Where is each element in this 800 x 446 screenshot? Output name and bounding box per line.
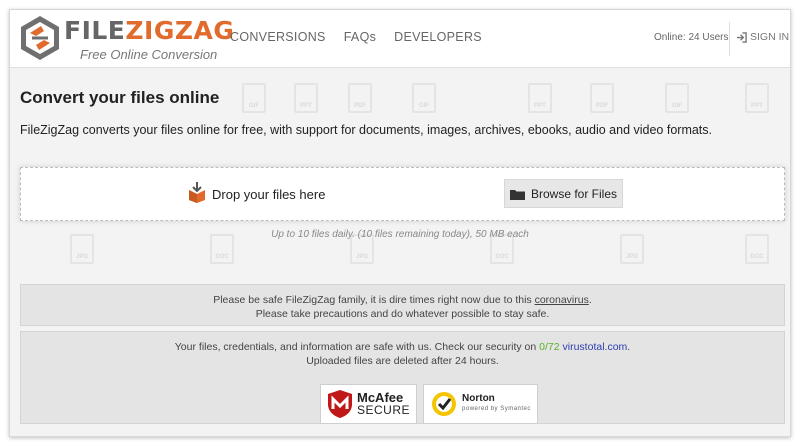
security-text: Your files, credentials, and information…: [174, 341, 540, 353]
browse-files-label: Browse for Files: [530, 186, 618, 201]
intro-text: FileZigZag converts your files online fo…: [20, 123, 712, 137]
upload-limits-note: Up to 10 files daily. (10 files remainin…: [271, 229, 529, 240]
folder-icon: [509, 189, 525, 200]
notice-line-2: Please take precautions and do whatever …: [255, 308, 550, 320]
mcafee-badge-text: McAfee SECURE: [357, 391, 410, 417]
nav-conversions[interactable]: CONVERSIONS: [230, 30, 326, 44]
mcafee-secure-badge[interactable]: McAfee SECURE: [320, 384, 418, 424]
browse-files-button[interactable]: Browse for Files: [504, 179, 623, 208]
site-header: FILEZIGZAG Free Online Conversion CONVER…: [10, 10, 790, 68]
main-nav: CONVERSIONS FAQs DEVELOPERS: [230, 30, 482, 44]
sign-in-icon: [736, 31, 747, 43]
notice-line-1: Please be safe FileZigZag family, it is …: [21, 293, 784, 307]
security-line-2: Uploaded files are deleted after 24 hour…: [306, 355, 499, 367]
security-period: .: [627, 341, 631, 353]
virustotal-link[interactable]: virustotal.com: [563, 341, 628, 353]
virustotal-score: 0/72: [539, 341, 560, 353]
logo-wordmark: FILEZIGZAG: [64, 16, 234, 45]
nav-faqs[interactable]: FAQs: [344, 30, 376, 44]
site-logo[interactable]: FILEZIGZAG Free Online Conversion: [18, 14, 234, 64]
file-drop-zone[interactable]: Drop your files here Browse for Files: [20, 167, 785, 221]
online-users-count: Online: 24 Users: [654, 32, 729, 43]
page-title: Convert your files online: [20, 88, 220, 107]
security-notice: Your files, credentials, and information…: [20, 331, 785, 424]
logo-tagline: Free Online Conversion: [80, 47, 218, 62]
notice-text: Please be safe FileZigZag family, it is …: [213, 294, 535, 306]
norton-powered-by: powered by Symantec: [462, 406, 531, 412]
header-divider: [729, 22, 730, 56]
mcafee-secure-label: SECURE: [357, 403, 411, 417]
sign-in-label: SIGN IN: [750, 31, 790, 43]
security-line-1: Your files, credentials, and information…: [21, 340, 784, 354]
bg-file-icon: GIF: [242, 83, 266, 113]
bg-file-icon: PPT: [294, 83, 318, 113]
norton-brand: Norton: [462, 393, 495, 404]
bg-file-icon: GIF: [665, 83, 689, 113]
norton-badge-text: Norton powered by Symantec: [462, 394, 531, 414]
bg-file-icon: PPT: [745, 83, 769, 113]
logo-zigzag-text: ZIGZAG: [125, 16, 235, 45]
bg-file-icon: GIF: [412, 83, 436, 113]
bg-file-icon: PDF: [590, 83, 614, 113]
bg-file-icon: PPT: [528, 83, 552, 113]
nav-developers[interactable]: DEVELOPERS: [394, 30, 482, 44]
sign-in-link[interactable]: SIGN IN: [736, 31, 789, 43]
norton-check-icon: [432, 392, 457, 416]
security-badges: McAfee SECURE Norton powered by Symantec: [320, 384, 538, 424]
browser-page: FILEZIGZAG Free Online Conversion CONVER…: [9, 9, 791, 437]
notice-period: .: [588, 294, 592, 306]
logo-file-text: FILE: [64, 16, 126, 45]
norton-secured-badge[interactable]: Norton powered by Symantec: [423, 384, 538, 424]
mcafee-shield-icon: [328, 390, 352, 418]
logo-hexagon-icon: [21, 16, 59, 60]
coronavirus-link[interactable]: coronavirus: [535, 294, 589, 306]
download-box-icon: [189, 182, 205, 203]
drop-files-label[interactable]: Drop your files here: [212, 187, 325, 202]
coronavirus-notice: Please be safe FileZigZag family, it is …: [20, 284, 785, 326]
bg-file-icon: PDF: [348, 83, 372, 113]
